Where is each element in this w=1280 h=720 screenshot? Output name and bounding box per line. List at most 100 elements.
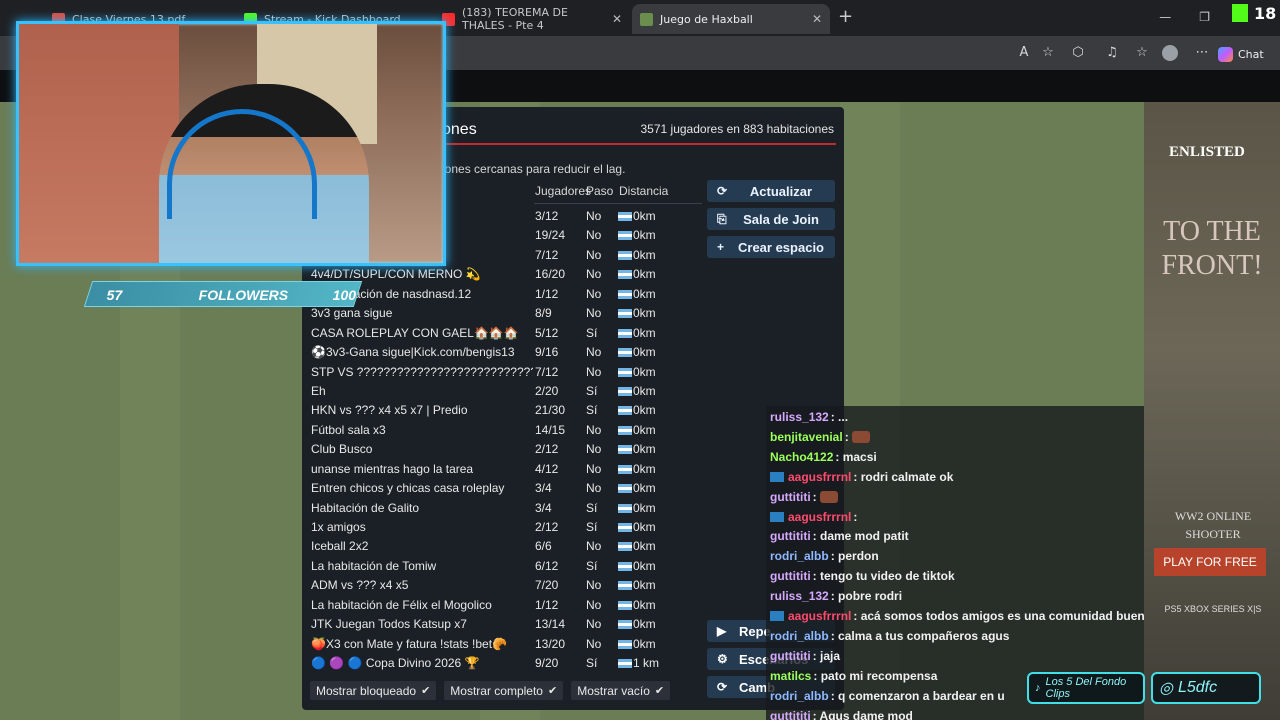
room-password: No: [586, 345, 602, 360]
join-room-button[interactable]: ⎘ Sala de Join: [707, 208, 835, 230]
ad-play-button[interactable]: PLAY FOR FREE: [1154, 548, 1266, 576]
chat-text: : dame mod patit: [812, 529, 909, 544]
room-row[interactable]: La habitación de Félix el Mogolico 1/12 No…: [302, 596, 702, 615]
webcam-wall: [19, 24, 179, 263]
room-name: ADM vs ??? x4 x5: [311, 578, 409, 593]
chat-text: : Agus dame mod: [812, 708, 913, 720]
create-room-button[interactable]: + Crear espacio: [707, 236, 835, 258]
room-distance: 0km: [633, 306, 656, 321]
profile-avatar[interactable]: [1162, 45, 1178, 61]
room-players: 7/12: [535, 364, 559, 379]
room-row[interactable]: Iceball 2x2 6/6 No 0km: [302, 537, 702, 556]
room-row[interactable]: Eh 2/20 Sí 0km: [302, 382, 702, 401]
media-icon[interactable]: ♫: [1104, 45, 1120, 61]
room-row[interactable]: 🍑X3 con Mate y fatura !stats !bet🥐 13/20 N…: [302, 635, 702, 654]
room-players: 1/12: [535, 286, 559, 301]
room-password: Sí: [586, 558, 598, 573]
chat-username[interactable]: rodri_albb: [770, 689, 829, 703]
chat-username[interactable]: ruliss_132: [770, 589, 829, 603]
filter-toggles: Mostrar bloqueado ✔ Mostrar completo ✔ Mos…: [310, 681, 671, 700]
room-distance: 0km: [633, 597, 656, 612]
minimize-icon[interactable]: —: [1159, 10, 1171, 24]
room-distance: 0km: [633, 228, 656, 243]
chat-username[interactable]: rodri_albb: [770, 549, 829, 563]
room-row[interactable]: CASA ROLEPLAY CON GAEL🏠🏠🏠 5/12 Sí 0km: [302, 324, 702, 343]
room-distance: 0km: [633, 578, 656, 593]
argentina-flag-icon: [618, 212, 632, 221]
close-tab-icon[interactable]: ✕: [612, 12, 622, 26]
column-players[interactable]: Jugadores: [535, 184, 591, 198]
room-name: 🍑X3 con Mate y fatura !stats !bet🥐: [311, 636, 507, 651]
room-row[interactable]: Fútbol sala x3 14/15 No 0km: [302, 421, 702, 440]
chat-text: : jaja: [812, 648, 841, 663]
new-tab-button[interactable]: +: [838, 6, 853, 27]
emote-icon: [819, 490, 838, 503]
room-players: 2/12: [535, 520, 559, 534]
argentina-flag-icon: [618, 659, 632, 669]
column-pass[interactable]: Paso: [586, 184, 613, 198]
room-row[interactable]: 3v3 gana sigue 8/9 No 0km: [302, 304, 702, 323]
show-empty-toggle[interactable]: Mostrar vacío ✔: [571, 681, 671, 700]
chat-username[interactable]: guttititi: [770, 709, 811, 720]
more-menu-icon[interactable]: ⋯: [1194, 45, 1210, 61]
room-players: 6/12: [535, 558, 559, 573]
tab-haxball[interactable]: Juego de Haxball ✕: [632, 4, 830, 34]
chat-text: : pobre rodri: [830, 589, 903, 604]
kick-count: 18: [1254, 4, 1277, 23]
translate-icon[interactable]: A: [1016, 45, 1032, 61]
argentina-flag-icon: [618, 561, 632, 571]
room-row[interactable]: ADM vs ??? x4 x5 7/20 No 0km: [302, 576, 702, 595]
copilot-chat-button[interactable]: Chat: [1218, 42, 1274, 66]
room-distance: 0km: [633, 247, 656, 262]
refresh-button[interactable]: ⟳ Actualizar: [707, 180, 835, 202]
chat-username[interactable]: rodri_albb: [770, 629, 829, 643]
room-row[interactable]: STP VS ???????????????????????????????7/…: [302, 363, 702, 382]
room-row[interactable]: JTK Juegan Todos Katsup x7 13/14 No 0km: [302, 615, 702, 634]
chat-username[interactable]: guttititi: [770, 649, 811, 663]
chat-username[interactable]: guttititi: [770, 529, 811, 543]
column-distance[interactable]: Distancia: [619, 184, 668, 198]
room-row[interactable]: HKN vs ??? x4 x5 x7 | Predio 21/30 Sí 0km: [302, 401, 702, 420]
favorites-icon[interactable]: ☆: [1134, 45, 1150, 61]
room-distance: 0km: [633, 267, 656, 282]
filter-label: Mostrar vacío: [577, 683, 650, 698]
chat-username[interactable]: aagusfrrrnl: [788, 510, 851, 524]
chat-username[interactable]: matilcs: [770, 669, 811, 683]
room-name: Iceball 2x2: [311, 539, 369, 554]
room-row[interactable]: Habitación de Galito 3/4 Sí 0km: [302, 499, 702, 518]
chat-username[interactable]: ruliss_132: [770, 410, 829, 424]
favorite-star-icon[interactable]: ☆: [1040, 45, 1056, 61]
kick-logo-icon: [1232, 4, 1248, 22]
room-distance: 0km: [633, 481, 656, 496]
show-locked-toggle[interactable]: Mostrar bloqueado ✔: [310, 681, 437, 700]
room-players: 6/6: [535, 539, 552, 554]
extensions-icon[interactable]: ⬡: [1070, 45, 1086, 61]
room-row[interactable]: Club Busco 2/12 No 0km: [302, 440, 702, 459]
player-count: 3571 jugadores en 883 habitaciones: [640, 122, 835, 136]
room-row[interactable]: 4v4/DT/SUPL/CON MERNO 💫 16/20 No 0km: [302, 265, 702, 284]
chat-username[interactable]: guttititi: [770, 569, 811, 583]
room-row[interactable]: Entren chicos y chicas casa roleplay 3/4 N…: [302, 479, 702, 498]
header-divider: [534, 203, 702, 204]
chat-text: : perdon: [830, 549, 879, 564]
room-row[interactable]: 🔵 🟣 🔵 Copa Divino 2026 🏆 9/20 Sí 1 km: [302, 654, 702, 673]
chat-message: benjitavenial:: [770, 430, 870, 444]
tab-youtube[interactable]: (183) TEOREMA DE THALES - Pte 4 ✕: [434, 4, 630, 34]
chat-text: : pato mi recompensa: [813, 668, 938, 683]
argentina-flag-icon: [618, 309, 632, 319]
close-tab-icon[interactable]: ✕: [812, 12, 822, 26]
room-row[interactable]: unanse mientras hago la tarea 4/12 No 0km: [302, 460, 702, 479]
chat-username[interactable]: guttititi: [770, 490, 811, 504]
room-row[interactable]: La habitación de nasdnasd.12 1/12 No 0km: [302, 285, 702, 304]
room-row[interactable]: La habitación de Tomiw 6/12 Sí 0km: [302, 557, 702, 576]
chat-username[interactable]: Nacho4122: [770, 450, 833, 464]
room-row[interactable]: 1x amigos 2/12 Sí 0km: [302, 518, 702, 537]
chat-username[interactable]: aagusfrrrnl: [788, 470, 851, 484]
room-row[interactable]: ⚽3v3-Gana sigue|Kick.com/bengis13 9/16 No 0…: [302, 343, 702, 362]
restore-icon[interactable]: ❐: [1199, 10, 1210, 24]
chat-username[interactable]: benjitavenial: [770, 430, 843, 444]
ad-banner[interactable]: [1144, 102, 1280, 720]
chat-username[interactable]: aagusfrrrnl: [788, 609, 851, 623]
show-full-toggle[interactable]: Mostrar completo ✔: [444, 681, 564, 700]
room-name: Club Busco: [311, 442, 373, 457]
